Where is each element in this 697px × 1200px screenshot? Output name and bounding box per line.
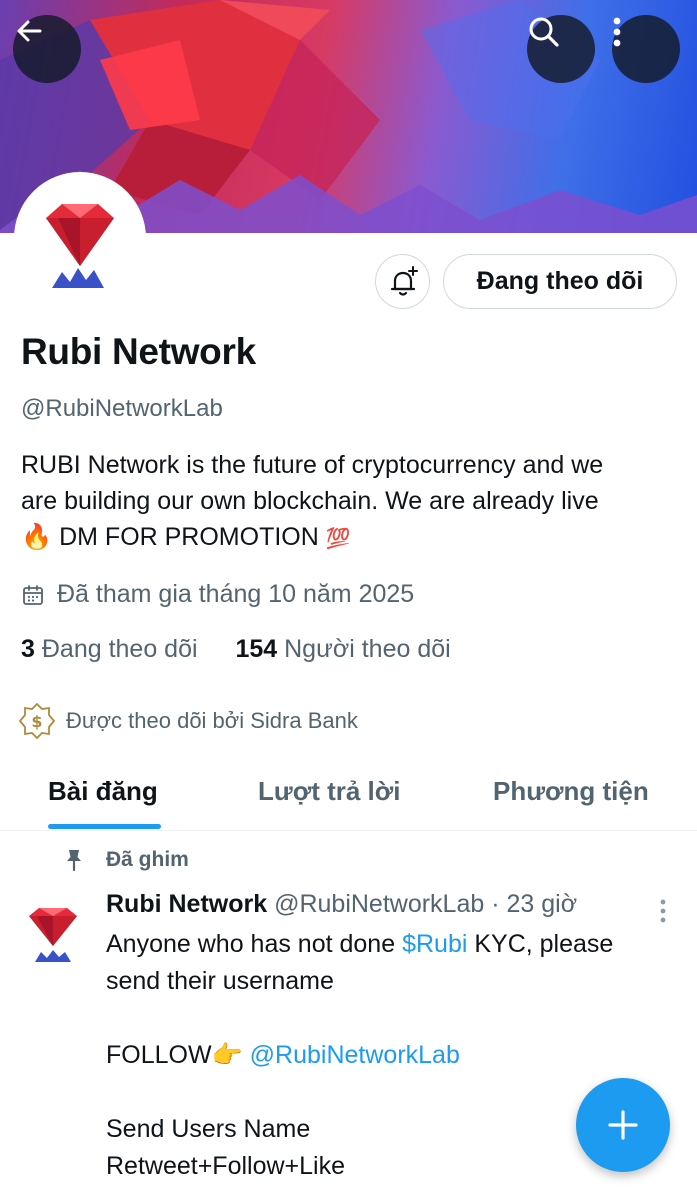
following-link[interactable]: 3 Đang theo dõi (21, 635, 198, 663)
bell-plus-icon (390, 265, 418, 296)
followed-by[interactable]: $ Được theo dõi bởi Sidra Bank (18, 702, 358, 740)
tweet-line-1-suffix: KYC, please (474, 930, 614, 958)
joined-text: Đã tham gia tháng 10 năm 2025 (57, 580, 415, 608)
follow-prefix: FOLLOW👉 (106, 1041, 243, 1069)
bio-line-1: RUBI Network is the future of cryptocurr… (21, 451, 604, 479)
back-button[interactable] (13, 15, 81, 83)
plus-icon (608, 1110, 638, 1140)
pinned-label: Đã ghim (64, 848, 189, 872)
followers-link[interactable]: 154 Người theo dõi (235, 635, 450, 663)
compose-fab[interactable] (576, 1078, 670, 1172)
arrow-left-icon (17, 20, 42, 42)
tweet-line-3: FOLLOW👉 @RubiNetworkLab (106, 1037, 681, 1074)
tweet-author-handle[interactable]: @RubiNetworkLab (274, 890, 484, 918)
search-button[interactable] (527, 15, 595, 83)
followers-count: 154 (235, 635, 278, 663)
sidra-badge-icon: $ (18, 702, 56, 740)
follow-stats: 3 Đang theo dõi 154 Người theo dõi (21, 635, 451, 664)
search-icon (529, 17, 559, 47)
cashtag-link[interactable]: $Rubi (402, 930, 467, 958)
tab-posts[interactable]: Bài đăng (48, 776, 158, 807)
bio-promotion-text: DM FOR PROMOTION (59, 523, 319, 551)
calendar-icon (23, 584, 43, 605)
following-count: 3 (21, 635, 35, 663)
tweet-author-avatar[interactable] (21, 900, 85, 964)
ruby-logo-icon (29, 908, 77, 962)
tweet-author-name[interactable]: Rubi Network (106, 890, 267, 918)
active-tab-indicator (48, 824, 161, 829)
following-button[interactable]: Đang theo dõi (443, 254, 677, 309)
notifications-button[interactable] (375, 254, 430, 309)
tweet-header: Rubi Network @RubiNetworkLab · 23 giờ (106, 890, 577, 919)
tweet-separator: · (491, 890, 500, 918)
more-options-button[interactable] (612, 15, 680, 83)
more-vertical-icon (660, 899, 666, 923)
profile-handle: @RubiNetworkLab (21, 395, 223, 422)
profile-bio: RUBI Network is the future of cryptocurr… (21, 447, 681, 557)
profile-display-name: Rubi Network (21, 331, 256, 372)
tweet-more-button[interactable] (655, 898, 671, 929)
joined-date: Đã tham gia tháng 10 năm 2025 (21, 580, 414, 609)
followers-label: Người theo dõi (284, 635, 451, 663)
svg-text:$: $ (31, 712, 42, 731)
mention-link[interactable]: @RubiNetworkLab (250, 1041, 460, 1069)
tweet-line-2: send their username (106, 967, 334, 995)
profile-avatar[interactable] (14, 172, 146, 304)
following-label: Đang theo dõi (41, 635, 198, 663)
followed-by-text: Được theo dõi bởi Sidra Bank (66, 708, 358, 733)
hundred-emoji: 💯 (325, 528, 351, 550)
ruby-logo-icon (46, 204, 114, 288)
bio-line-2: are building our own blockchain. We are … (21, 487, 599, 515)
fire-emoji: 🔥 (21, 523, 53, 551)
pinned-text: Đã ghim (106, 848, 189, 871)
bio-line-3: 🔥 DM FOR PROMOTION 💯 (21, 519, 681, 557)
tweet-time[interactable]: 23 giờ (507, 890, 578, 918)
tweet-line-1-prefix: Anyone who has not done (106, 930, 396, 958)
pin-icon (67, 850, 81, 872)
tab-media[interactable]: Phương tiện (493, 776, 649, 807)
tweet-line-1: Anyone who has not done $Rubi KYC, pleas… (106, 926, 681, 963)
tab-replies[interactable]: Lượt trả lời (258, 776, 400, 807)
more-vertical-icon (613, 17, 621, 47)
profile-tabs: Bài đăng Lượt trả lời Phương tiện (0, 760, 697, 831)
